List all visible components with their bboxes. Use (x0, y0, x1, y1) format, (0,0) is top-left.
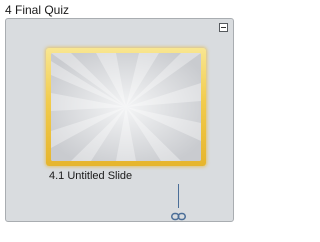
slide-preview (51, 53, 201, 161)
slide-thumbnail[interactable] (46, 48, 206, 166)
slide-group-view: 4 Final Quiz 4.1 Untitled Slide (0, 0, 257, 242)
collapse-icon[interactable] (219, 23, 228, 32)
link-connector (178, 184, 179, 208)
group-title: 4 Final Quiz (5, 3, 70, 17)
sunburst-background (51, 53, 201, 161)
slide-title: 4.1 Untitled Slide (49, 170, 133, 182)
group-panel: 4.1 Untitled Slide (5, 18, 234, 222)
chain-link-icon[interactable] (171, 208, 186, 221)
